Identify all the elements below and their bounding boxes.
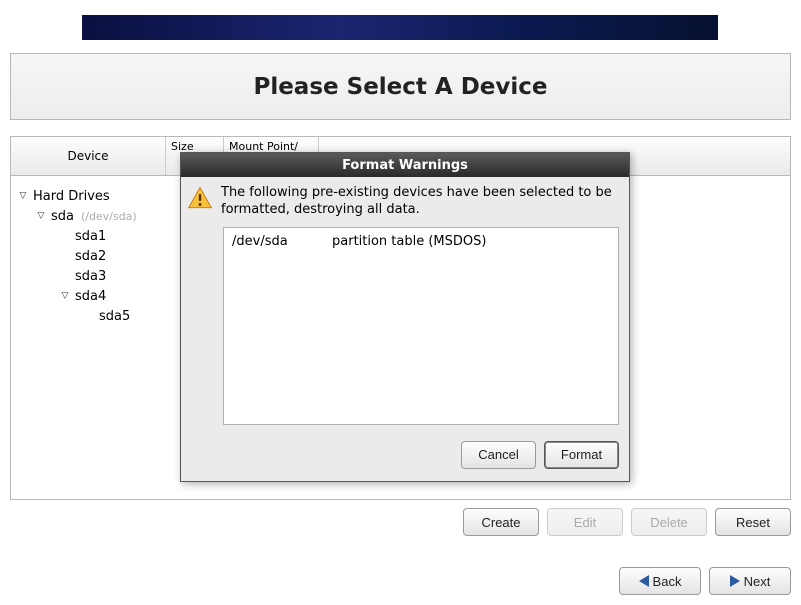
page-title: Please Select A Device bbox=[253, 74, 547, 100]
dialog-button-row: Cancel Format bbox=[181, 435, 629, 481]
tree-label: sda1 bbox=[75, 229, 106, 244]
tree-label: sda2 bbox=[75, 249, 106, 264]
tree-label: sda5 bbox=[99, 309, 130, 324]
warning-icon bbox=[187, 185, 215, 219]
cancel-button[interactable]: Cancel bbox=[461, 441, 536, 469]
device-path: (/dev/sda) bbox=[81, 210, 137, 223]
format-warnings-dialog: Format Warnings The following pre-existi… bbox=[180, 152, 630, 482]
dialog-body: The following pre-existing devices have … bbox=[181, 177, 629, 223]
format-button[interactable]: Format bbox=[544, 441, 619, 469]
tree-label: sda bbox=[51, 209, 74, 224]
list-desc: partition table (MSDOS) bbox=[332, 234, 486, 249]
delete-button: Delete bbox=[631, 508, 707, 536]
back-label: Back bbox=[653, 574, 682, 589]
arrow-left-icon bbox=[639, 575, 649, 587]
edit-button: Edit bbox=[547, 508, 623, 536]
tree-label: sda3 bbox=[75, 269, 106, 284]
dialog-message: The following pre-existing devices have … bbox=[221, 185, 619, 219]
dialog-title: Format Warnings bbox=[181, 153, 629, 177]
tree-label: sda4 bbox=[75, 289, 106, 304]
expand-toggle-icon[interactable]: ▽ bbox=[17, 191, 29, 201]
arrow-right-icon bbox=[730, 575, 740, 587]
format-device-list[interactable]: /dev/sda partition table (MSDOS) bbox=[223, 227, 619, 425]
expand-toggle-icon[interactable]: ▽ bbox=[59, 291, 71, 301]
expand-toggle-icon[interactable]: ▽ bbox=[35, 211, 47, 221]
page-header: Please Select A Device bbox=[10, 53, 791, 120]
list-device: /dev/sda bbox=[232, 234, 332, 249]
installer-banner bbox=[82, 15, 718, 40]
nav-button-row: Back Next bbox=[619, 567, 791, 595]
next-button[interactable]: Next bbox=[709, 567, 791, 595]
col-device[interactable]: Device bbox=[11, 137, 166, 175]
action-button-row: Create Edit Delete Reset bbox=[463, 508, 791, 536]
tree-label: Hard Drives bbox=[33, 189, 110, 204]
next-label: Next bbox=[744, 574, 771, 589]
reset-button[interactable]: Reset bbox=[715, 508, 791, 536]
list-item[interactable]: /dev/sda partition table (MSDOS) bbox=[232, 234, 610, 249]
back-button[interactable]: Back bbox=[619, 567, 701, 595]
create-button[interactable]: Create bbox=[463, 508, 539, 536]
